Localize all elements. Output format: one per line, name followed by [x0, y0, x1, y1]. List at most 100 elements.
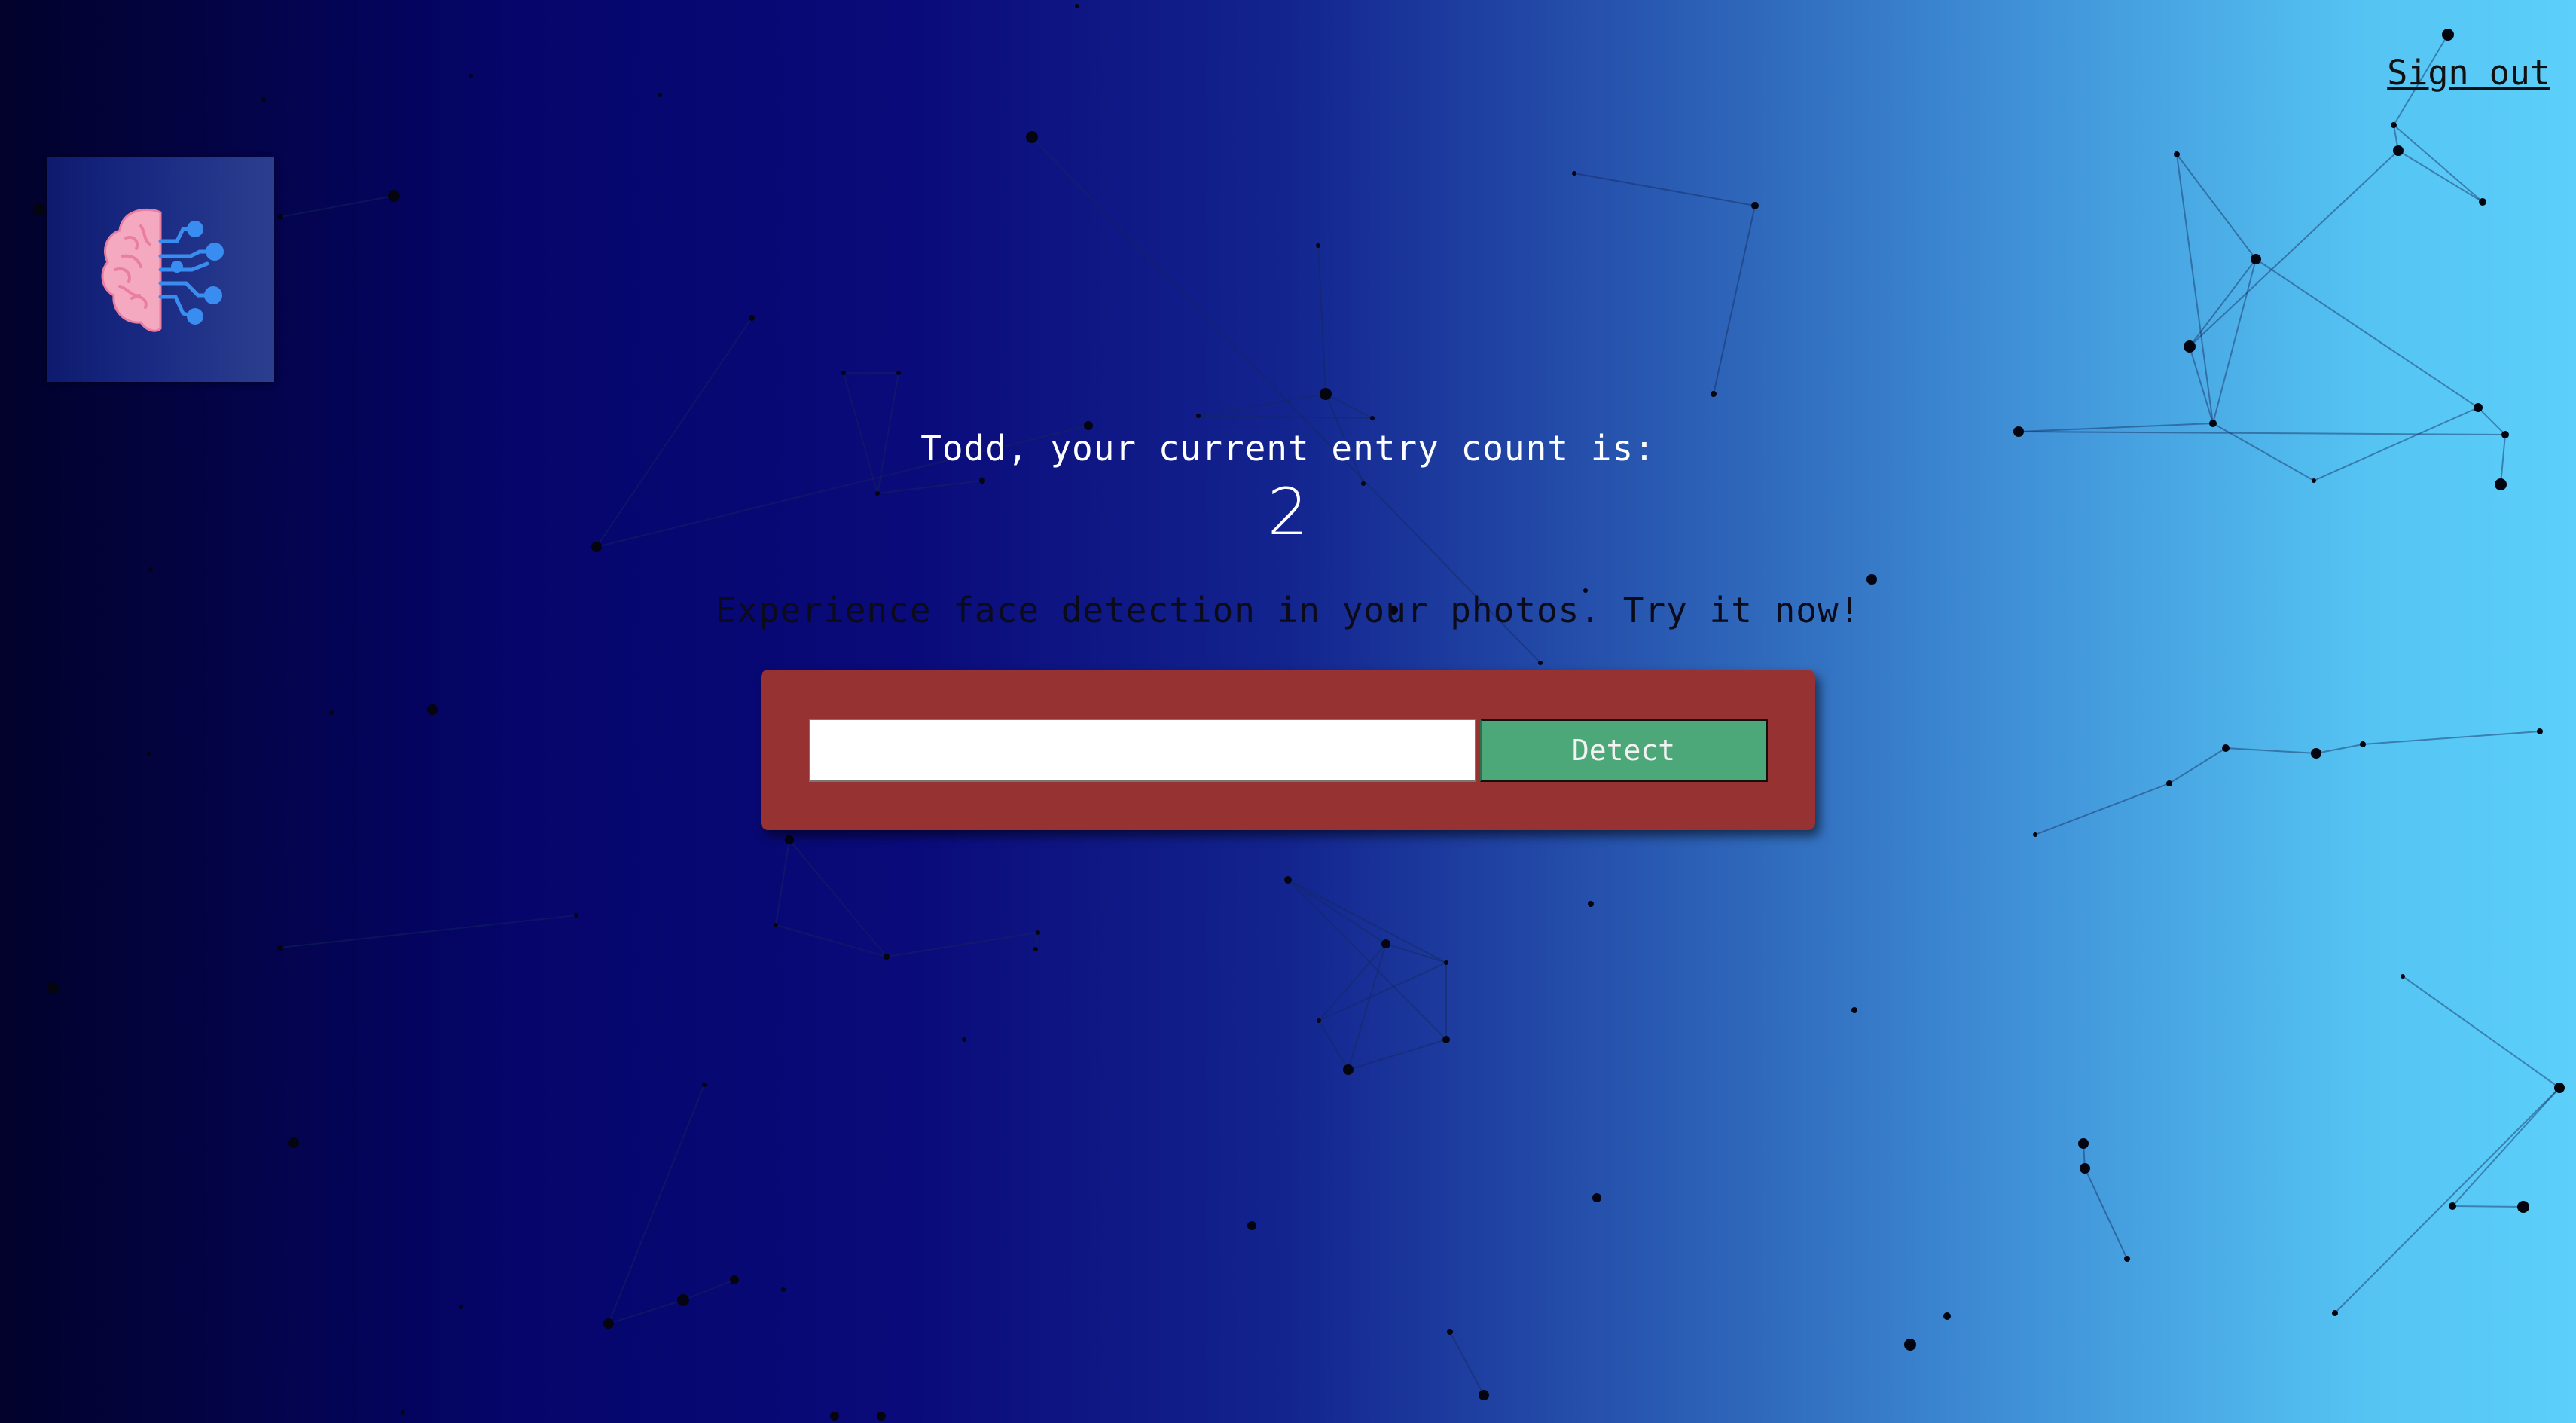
particle-link [1031, 136, 1541, 664]
particle-dot [1196, 414, 1201, 418]
particle-dot [459, 1305, 463, 1309]
particle-dot [1866, 574, 1877, 585]
particle-dot [1316, 243, 1320, 248]
particle-link [1287, 879, 1387, 945]
particle-link [1325, 393, 1373, 419]
particle-dot [877, 1412, 886, 1421]
particle-dot [469, 74, 473, 78]
particle-dot [1075, 4, 1079, 8]
particle-link [2212, 258, 2257, 424]
particle-link [1713, 205, 1756, 395]
particle-link [2189, 258, 2257, 347]
particle-dot [2479, 198, 2486, 206]
particle-link [2397, 150, 2483, 203]
particle-dot [1711, 391, 1717, 397]
sign-out-link[interactable]: Sign out [2387, 53, 2550, 93]
particle-link [1287, 879, 1447, 963]
particle-dot [277, 214, 283, 220]
particle-link [775, 924, 887, 957]
particle-link [1318, 962, 1447, 1021]
particle-link [2084, 1168, 2128, 1260]
particle-dot [2222, 744, 2230, 752]
particle-dot [329, 710, 334, 715]
particle-dot [1381, 939, 1390, 948]
particle-link [775, 839, 790, 926]
particle-link [1198, 393, 1326, 417]
particle-dot [896, 371, 901, 375]
logo[interactable] [47, 157, 274, 382]
particle-dot [1904, 1339, 1916, 1351]
particle-dot [2184, 340, 2196, 353]
particle-link [682, 1279, 735, 1301]
particle-link [279, 195, 395, 218]
particle-dot [2166, 780, 2172, 786]
particle-dot [1444, 960, 1448, 965]
particle-dot [288, 1137, 299, 1148]
particle-dot [2251, 254, 2261, 264]
particle-dot [841, 371, 846, 375]
particle-link [2189, 346, 2214, 424]
particle-dot [388, 190, 400, 202]
particle-dot [2078, 1138, 2089, 1149]
particle-dot [2449, 1202, 2456, 1210]
entry-count-message: Todd, your current entry count is: [920, 428, 1656, 469]
particle-dot [2311, 748, 2321, 759]
particle-dot [1370, 416, 1375, 420]
particle-dot [1588, 901, 1594, 907]
particle-dot [1751, 202, 1759, 209]
particle-dot [1033, 947, 1038, 951]
particle-link [2393, 124, 2483, 203]
particle-link [1318, 943, 1387, 1021]
particle-dot [785, 835, 794, 844]
detect-button[interactable]: Detect [1480, 719, 1768, 782]
particle-link [279, 915, 577, 948]
particle-link [2255, 258, 2479, 408]
particle-dot [2332, 1310, 2338, 1316]
tagline: Experience face detection in your photos… [715, 590, 1861, 631]
particle-link [1035, 932, 1039, 950]
image-url-input[interactable] [809, 719, 1476, 782]
particle-dot [47, 982, 59, 994]
particle-dot [277, 945, 283, 951]
particle-dot [2554, 1083, 2565, 1093]
particle-link [2362, 731, 2541, 745]
particle-dot [2209, 420, 2217, 427]
particle-link [608, 1084, 705, 1324]
particle-dot [148, 567, 153, 572]
image-url-form: Detect [761, 670, 1815, 830]
particle-link [1318, 1020, 1349, 1070]
particle-dot [2537, 728, 2543, 734]
particle-link [2452, 1087, 2560, 1207]
particle-dot [1943, 1312, 1951, 1320]
particle-link [2225, 747, 2317, 754]
particle-dot [2360, 741, 2366, 747]
particle-dot [2124, 1256, 2130, 1262]
particle-link [2169, 747, 2227, 784]
particle-dot [1343, 1064, 1354, 1075]
particle-dot [730, 1275, 739, 1284]
particle-dot [830, 1412, 839, 1421]
particle-dot [1538, 661, 1543, 665]
particle-dot [658, 93, 662, 97]
particle-dot [2393, 145, 2404, 156]
particle-link [1348, 1039, 1447, 1070]
particle-dot [2033, 832, 2037, 837]
particle-dot [884, 954, 890, 960]
particle-dot [2517, 1201, 2529, 1213]
particle-dot [1442, 1036, 1450, 1043]
particle-dot [261, 97, 266, 102]
particle-dot [1317, 1018, 1321, 1023]
particle-dot [401, 1410, 405, 1415]
particle-link [2189, 150, 2399, 347]
particle-dot [749, 315, 755, 321]
particle-dot [962, 1037, 966, 1042]
particle-dot [2391, 122, 2397, 128]
particle-link [608, 1299, 684, 1324]
particle-link [1573, 173, 1756, 206]
particle-link [1449, 1331, 1485, 1396]
particle-dot [1592, 1193, 1601, 1202]
particle-dot [1026, 131, 1038, 143]
entry-count-value: 2 [1267, 475, 1309, 550]
particle-dot [427, 704, 438, 715]
particle-dot [702, 1083, 707, 1087]
